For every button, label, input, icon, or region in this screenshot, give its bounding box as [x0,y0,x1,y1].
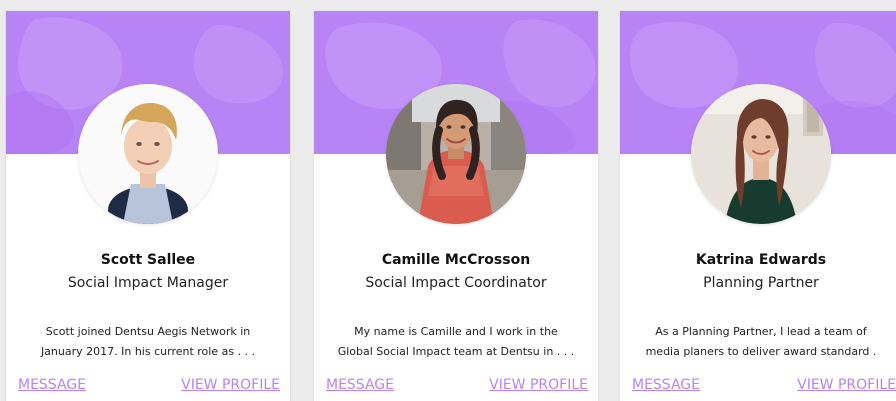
profile-bio-line: As a Planning Partner, I lead a team of [655,325,867,338]
profile-bio: As a Planning Partner, I lead a team of … [634,322,888,362]
profile-bio-line: Scott joined Dentsu Aegis Network in [45,325,251,338]
profile-role: Social Impact Manager [67,275,229,291]
message-link[interactable]: MESSAGE [326,377,394,393]
profile-bio-line: My name is Camille and I work in the [354,325,558,338]
profile-bio: My name is Camille and I work in the Glo… [328,322,584,362]
profile-bio: Scott joined Dentsu Aegis Network in Jan… [20,322,276,362]
profile-card: Katrina Edwards Planning Partner As a Pl… [620,11,896,401]
view-profile-link[interactable]: VIEW PROFILE [797,377,896,393]
avatar [78,84,218,224]
profile-name: Camille McCrosson [381,252,531,268]
profile-cards-grid: Scott Sallee Social Impact Manager Scott… [0,0,896,401]
profile-name: Scott Sallee [100,252,196,268]
avatar [386,84,526,224]
profile-role: Social Impact Coordinator [365,275,547,291]
profile-card: Scott Sallee Social Impact Manager Scott… [6,11,290,401]
profile-bio-line: media planers to deliver award standard … [645,345,877,358]
view-profile-link[interactable]: VIEW PROFILE [489,377,588,393]
profile-bio-line: Global Social Impact team at Dentsu in .… [337,345,575,358]
message-link[interactable]: MESSAGE [632,377,700,393]
view-profile-link[interactable]: VIEW PROFILE [181,377,280,393]
profile-card: Camille McCrosson Social Impact Coordina… [314,11,598,401]
message-link[interactable]: MESSAGE [18,377,86,393]
profile-bio-line: January 2017. In his current role as . .… [40,345,256,358]
profile-role: Planning Partner [703,275,819,291]
avatar [691,84,831,224]
profile-name: Katrina Edwards [695,252,827,268]
